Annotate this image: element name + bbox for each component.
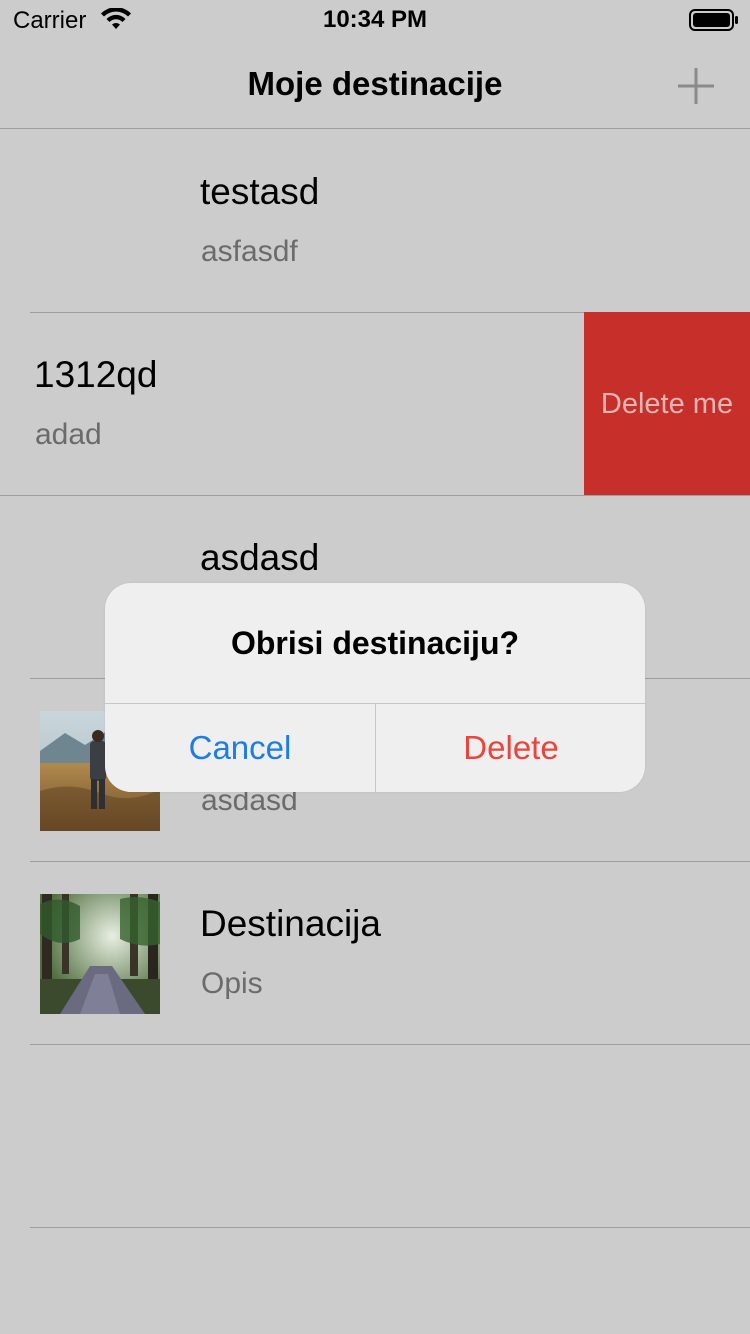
cancel-button[interactable]: Cancel [105,704,375,792]
row-title: Destinacija [200,903,381,944]
row-subtitle: asfasdf [201,235,298,268]
row-separator [30,1227,750,1228]
table-row[interactable]: testasd asfasdf [0,129,750,313]
add-button[interactable] [672,62,720,110]
status-bar: Carrier 10:34 PM [0,0,750,40]
row-subtitle: adad [35,418,102,451]
table-row[interactable]: Destinacija Opis [0,861,750,1045]
clock: 10:34 PM [322,6,428,33]
delete-me-button[interactable]: Delete me [584,312,750,495]
destination-thumbnail [40,894,160,1014]
table-row-swiped[interactable]: 1312qd adad Delete me [0,312,750,496]
row-subtitle: Opis [201,967,263,1000]
page-title: Moje destinacije [247,65,503,102]
plus-icon [678,68,714,104]
delete-confirmation-alert: Obrisi destinaciju? Cancel Delete [105,583,645,792]
forest-road-image [40,894,160,1014]
row-title: testasd [200,171,320,212]
row-title: asdasd [200,537,320,578]
alert-title: Obrisi destinaciju? [230,625,520,661]
empty-row [0,1044,750,1228]
navigation-bar: Moje destinacije [0,40,750,129]
delete-button[interactable]: Delete [376,704,645,792]
row-title: 1312qd [34,354,158,395]
battery-icon [689,9,738,31]
